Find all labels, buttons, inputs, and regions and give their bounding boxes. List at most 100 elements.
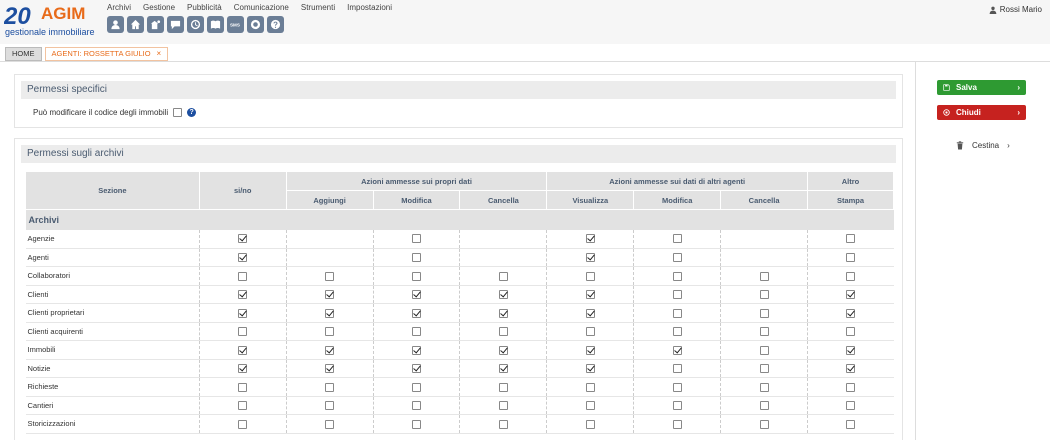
cancella-altri-checkbox[interactable] xyxy=(759,327,769,336)
sms-icon[interactable]: SMS xyxy=(227,16,244,33)
visualizza-checkbox[interactable] xyxy=(585,364,595,373)
modifica-checkbox[interactable] xyxy=(412,253,421,262)
help-icon[interactable]: ? xyxy=(187,108,197,117)
sino-checkbox[interactable] xyxy=(238,234,248,244)
sino-checkbox[interactable] xyxy=(238,290,248,299)
aggiungi-checkbox[interactable] xyxy=(325,382,335,392)
visualizza-checkbox[interactable] xyxy=(585,253,595,262)
user-menu[interactable]: Rossi Mario xyxy=(989,5,1042,14)
visualizza-checkbox[interactable] xyxy=(585,345,595,355)
sino-checkbox[interactable] xyxy=(238,308,248,318)
cancella-checkbox[interactable] xyxy=(498,327,508,336)
visualizza-checkbox[interactable] xyxy=(585,401,595,410)
save-button[interactable]: Salva › xyxy=(937,80,1026,95)
menu-comunicazione[interactable]: Comunicazione xyxy=(234,3,289,12)
stampa-checkbox[interactable] xyxy=(846,401,856,410)
cancella-altri-checkbox[interactable] xyxy=(759,364,769,373)
stampa-checkbox[interactable] xyxy=(846,271,856,281)
stampa-checkbox[interactable] xyxy=(846,290,856,299)
tab-agent[interactable]: AGENTI: ROSSETTA GIULIO × xyxy=(44,47,169,61)
chat-icon[interactable] xyxy=(167,16,184,33)
modifica-checkbox[interactable] xyxy=(412,327,421,336)
modifica-altri-checkbox[interactable] xyxy=(672,364,682,373)
aggiungi-checkbox[interactable] xyxy=(325,345,335,355)
modifica-altri-checkbox[interactable] xyxy=(672,345,682,355)
cancella-checkbox[interactable] xyxy=(498,419,508,429)
modifica-checkbox[interactable] xyxy=(412,382,421,392)
cancella-altri-checkbox[interactable] xyxy=(759,290,769,299)
cancella-checkbox[interactable] xyxy=(498,290,508,299)
modifica-altri-checkbox[interactable] xyxy=(672,234,682,244)
modifica-checkbox[interactable] xyxy=(412,401,421,410)
app-logo[interactable]: 20 AGIM gestionale immobiliare xyxy=(3,2,96,38)
stampa-checkbox[interactable] xyxy=(846,327,856,336)
sino-checkbox[interactable] xyxy=(238,271,248,281)
aggiungi-checkbox[interactable] xyxy=(325,401,335,410)
sino-checkbox[interactable] xyxy=(238,382,248,392)
home-icon[interactable] xyxy=(127,16,144,33)
modifica-altri-checkbox[interactable] xyxy=(672,382,682,392)
sino-checkbox[interactable] xyxy=(238,419,248,429)
support-icon[interactable] xyxy=(247,16,264,33)
user-icon[interactable] xyxy=(107,16,124,33)
visualizza-checkbox[interactable] xyxy=(585,271,595,281)
cancella-checkbox[interactable] xyxy=(498,345,508,355)
aggiungi-checkbox[interactable] xyxy=(325,271,335,281)
help-icon[interactable] xyxy=(267,16,284,33)
cancella-altri-checkbox[interactable] xyxy=(759,345,769,355)
cancella-altri-checkbox[interactable] xyxy=(759,308,769,318)
cancella-checkbox[interactable] xyxy=(498,401,508,410)
stampa-checkbox[interactable] xyxy=(846,308,856,318)
aggiungi-checkbox[interactable] xyxy=(325,290,335,299)
modifica-altri-checkbox[interactable] xyxy=(672,253,682,262)
menu-archivi[interactable]: Archivi xyxy=(107,3,131,12)
modifica-checkbox[interactable] xyxy=(412,234,421,244)
modifica-checkbox[interactable] xyxy=(412,345,421,355)
menu-pubblicita[interactable]: Pubblicità xyxy=(187,3,222,12)
modifica-altri-checkbox[interactable] xyxy=(672,401,682,410)
cancella-altri-checkbox[interactable] xyxy=(759,382,769,392)
cancella-checkbox[interactable] xyxy=(498,271,508,281)
tab-home[interactable]: HOME xyxy=(5,47,42,61)
building-user-icon[interactable] xyxy=(147,16,164,33)
stampa-checkbox[interactable] xyxy=(846,364,856,373)
close-tab-icon[interactable]: × xyxy=(157,48,162,60)
cancella-checkbox[interactable] xyxy=(498,364,508,373)
modifica-altri-checkbox[interactable] xyxy=(672,271,682,281)
visualizza-checkbox[interactable] xyxy=(585,419,595,429)
visualizza-checkbox[interactable] xyxy=(585,327,595,336)
menu-gestione[interactable]: Gestione xyxy=(143,3,175,12)
visualizza-checkbox[interactable] xyxy=(585,308,595,318)
cancella-altri-checkbox[interactable] xyxy=(759,419,769,429)
clock-icon[interactable] xyxy=(187,16,204,33)
visualizza-checkbox[interactable] xyxy=(585,290,595,299)
visualizza-checkbox[interactable] xyxy=(585,382,595,392)
sino-checkbox[interactable] xyxy=(238,345,248,355)
aggiungi-checkbox[interactable] xyxy=(325,364,335,373)
visualizza-checkbox[interactable] xyxy=(585,234,595,244)
modifica-checkbox[interactable] xyxy=(412,271,421,281)
trash-link[interactable]: Cestina › xyxy=(956,141,1010,150)
cancella-altri-checkbox[interactable] xyxy=(759,271,769,281)
book-icon[interactable] xyxy=(207,16,224,33)
sino-checkbox[interactable] xyxy=(238,253,248,262)
stampa-checkbox[interactable] xyxy=(846,234,856,244)
sino-checkbox[interactable] xyxy=(238,401,248,410)
stampa-checkbox[interactable] xyxy=(846,253,856,262)
cancella-checkbox[interactable] xyxy=(498,382,508,392)
modifica-checkbox[interactable] xyxy=(412,419,421,429)
stampa-checkbox[interactable] xyxy=(846,345,856,355)
cancella-altri-checkbox[interactable] xyxy=(759,401,769,410)
sino-checkbox[interactable] xyxy=(238,327,248,336)
menu-strumenti[interactable]: Strumenti xyxy=(301,3,335,12)
modifica-altri-checkbox[interactable] xyxy=(672,419,682,429)
modifica-altri-checkbox[interactable] xyxy=(672,327,682,336)
aggiungi-checkbox[interactable] xyxy=(325,419,335,429)
close-button[interactable]: Chiudi › xyxy=(937,105,1026,120)
modifica-checkbox[interactable] xyxy=(412,290,421,299)
modifica-altri-checkbox[interactable] xyxy=(672,290,682,299)
modifica-checkbox[interactable] xyxy=(412,308,421,318)
aggiungi-checkbox[interactable] xyxy=(325,327,335,336)
modify-code-checkbox[interactable] xyxy=(173,108,183,117)
cancella-checkbox[interactable] xyxy=(498,308,508,318)
